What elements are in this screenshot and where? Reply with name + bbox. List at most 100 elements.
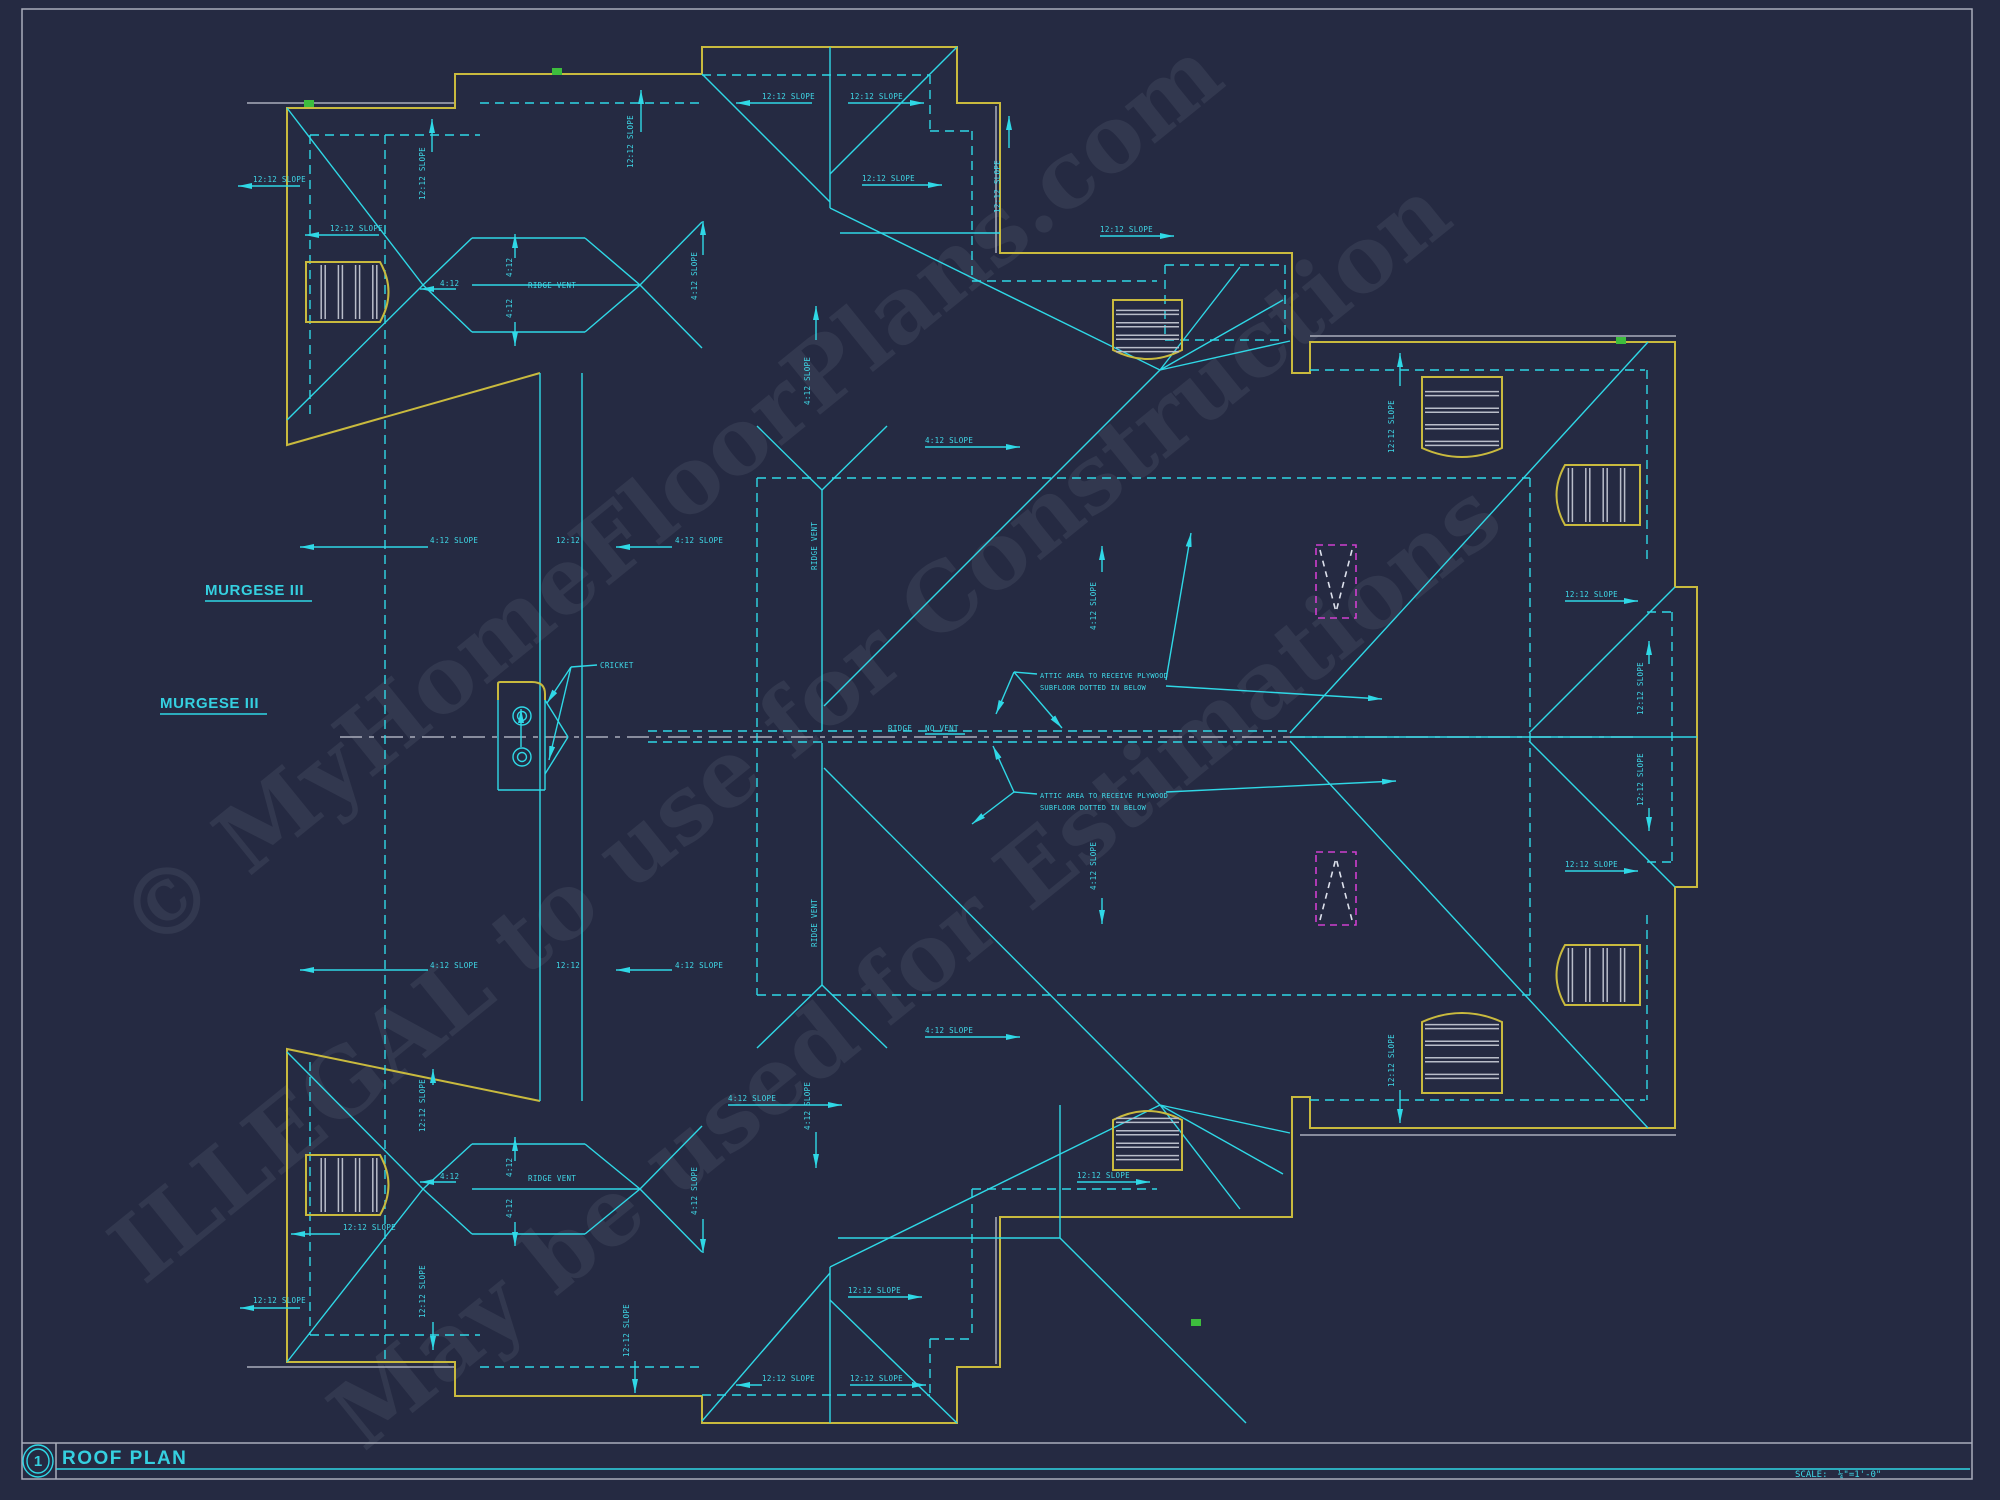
- roof-line: [830, 47, 957, 174]
- slope-arrow: [993, 746, 1014, 792]
- plan-label-vertical: 12:12 SLOPE: [626, 115, 635, 168]
- plan-label-vertical: 4:12: [505, 299, 514, 318]
- plan-label-vertical: 4:12: [505, 258, 514, 277]
- plan-label-vertical: 4:12 SLOPE: [803, 357, 812, 405]
- plan-label: 12:12: [556, 536, 580, 545]
- plan-label: 12:12 SLOPE: [343, 1223, 396, 1232]
- vent-pipe: [518, 712, 527, 721]
- plan-label: 12:12 SLOPE: [762, 1374, 815, 1383]
- scale-value: ¼"=1'-0": [1838, 1470, 1881, 1480]
- roof-line: [824, 370, 1160, 706]
- plan-label: 12:12 SLOPE: [1565, 860, 1618, 869]
- plan-label: RIDGE VENT: [528, 281, 576, 290]
- leader-line: [1014, 792, 1037, 794]
- plan-label: 4:12 SLOPE: [430, 536, 478, 545]
- plan-label-vertical: RIDGE VENT: [810, 899, 819, 947]
- plan-label: 12:12 SLOPE: [1077, 1171, 1130, 1180]
- plan-label-vertical: 12:12 SLOPE: [1636, 662, 1645, 715]
- plan-label: 4:12 SLOPE: [675, 961, 723, 970]
- plan-label: 12:12 SLOPE: [848, 1286, 901, 1295]
- leader-line: [571, 665, 597, 667]
- plan-label-vertical: 4:12: [505, 1158, 514, 1177]
- plan-label: 12:12 SLOPE: [1100, 225, 1153, 234]
- plan-label-vertical: 4:12 SLOPE: [1089, 582, 1098, 630]
- roof-line: [585, 238, 640, 285]
- plan-label-vertical: 12:12 SLOPE: [622, 1304, 631, 1357]
- plan-label-vertical: 4:12: [505, 1199, 514, 1218]
- roof-line: [423, 1189, 472, 1234]
- plan-label: 4:12 SLOPE: [925, 436, 973, 445]
- vent-pipe: [513, 748, 531, 766]
- roof-line: [1160, 1105, 1283, 1174]
- plan-label: 4:12: [440, 1172, 459, 1181]
- slope-arrow: [549, 667, 571, 760]
- skylight: [1316, 852, 1356, 925]
- plan-label: ATTIC AREA TO RECEIVE PLYWOOD: [1040, 672, 1168, 680]
- detail-number: 1: [34, 1453, 42, 1470]
- roof-line: [702, 1273, 830, 1421]
- plan-label-vertical: 4:12 SLOPE: [803, 1082, 812, 1130]
- plan-label: NO VENT: [925, 724, 959, 733]
- skylight-chevron: [1336, 858, 1352, 920]
- plan-label-vertical: 12:12 SLOPE: [418, 1265, 427, 1318]
- leader-line: [1014, 672, 1037, 674]
- roof-line: [830, 1105, 1160, 1267]
- plan-label: 12:12 SLOPE: [862, 174, 915, 183]
- skylight-chevron: [1320, 858, 1336, 920]
- roof-line: [1529, 587, 1675, 733]
- slope-arrow: [972, 792, 1014, 824]
- roof-line: [1290, 741, 1648, 1128]
- green-marker: [552, 68, 562, 75]
- roof-line: [545, 700, 568, 737]
- plan-label: 12:12 SLOPE: [762, 92, 815, 101]
- sheet-title: ROOF PLAN: [62, 1448, 187, 1469]
- roof-line: [423, 238, 472, 285]
- slope-arrow: [996, 672, 1014, 714]
- roof-plan-sheet: © MyHomeFloorPlans.comILLEGAL to use for…: [0, 0, 2000, 1500]
- plan-label: 12:12 SLOPE: [253, 175, 306, 184]
- roof-line: [1290, 342, 1648, 733]
- roof-line: [830, 1300, 957, 1423]
- plan-label-vertical: 12:12 SLOPE: [418, 147, 427, 200]
- vent-pipe: [513, 707, 531, 725]
- plan-name-label: MURGESE III: [205, 582, 304, 599]
- roof-line: [545, 737, 568, 774]
- plan-label-vertical: 12:12 SLOPE: [993, 160, 1002, 213]
- plan-label: 12:12 SLOPE: [1565, 590, 1618, 599]
- plan-label: 4:12: [440, 279, 459, 288]
- green-marker: [1616, 337, 1626, 344]
- roof-line: [423, 285, 472, 332]
- plan-label-vertical: 4:12 SLOPE: [690, 252, 699, 300]
- plan-label: SUBFLOOR DOTTED IN BELOW: [1040, 804, 1147, 812]
- plan-label-vertical: RIDGE VENT: [810, 522, 819, 570]
- roof-line: [585, 285, 640, 332]
- plan-label: 12:12 SLOPE: [850, 1374, 903, 1383]
- plan-label: RIDGE VENT: [528, 1174, 576, 1183]
- plan-label: ATTIC AREA TO RECEIVE PLYWOOD: [1040, 792, 1168, 800]
- plan-label: 4:12 SLOPE: [430, 961, 478, 970]
- green-marker: [1191, 1319, 1201, 1326]
- green-marker: [304, 100, 314, 107]
- plan-label: 12:12 SLOPE: [330, 224, 383, 233]
- plan-label: 4:12 SLOPE: [925, 1026, 973, 1035]
- plan-label: 12:12 SLOPE: [850, 92, 903, 101]
- plan-label: 4:12 SLOPE: [675, 536, 723, 545]
- plan-label-vertical: 12:12 SLOPE: [1387, 1034, 1396, 1087]
- plan-label-vertical: 12:12 SLOPE: [418, 1079, 427, 1132]
- plan-label: 12:12: [556, 961, 580, 970]
- plan-label: 12:12 SLOPE: [253, 1296, 306, 1305]
- roof-line: [1060, 1238, 1246, 1423]
- vent-pipe: [518, 753, 527, 762]
- plan-label: RIDGE: [888, 724, 912, 733]
- roof-line: [822, 426, 887, 490]
- scale-label: SCALE:: [1795, 1470, 1828, 1480]
- plan-label-vertical: 12:12 SLOPE: [1636, 753, 1645, 806]
- plan-label: CRICKET: [600, 661, 634, 670]
- plan-label-vertical: 4:12 SLOPE: [1089, 842, 1098, 890]
- plan-name-label: MURGESE III: [160, 695, 259, 712]
- plan-label-vertical: 12:12 SLOPE: [1387, 400, 1396, 453]
- plan-label: 4:12 SLOPE: [728, 1094, 776, 1103]
- slope-arrow: [1166, 533, 1191, 680]
- roof-line: [1160, 1105, 1240, 1209]
- slope-arrow: [1014, 672, 1062, 728]
